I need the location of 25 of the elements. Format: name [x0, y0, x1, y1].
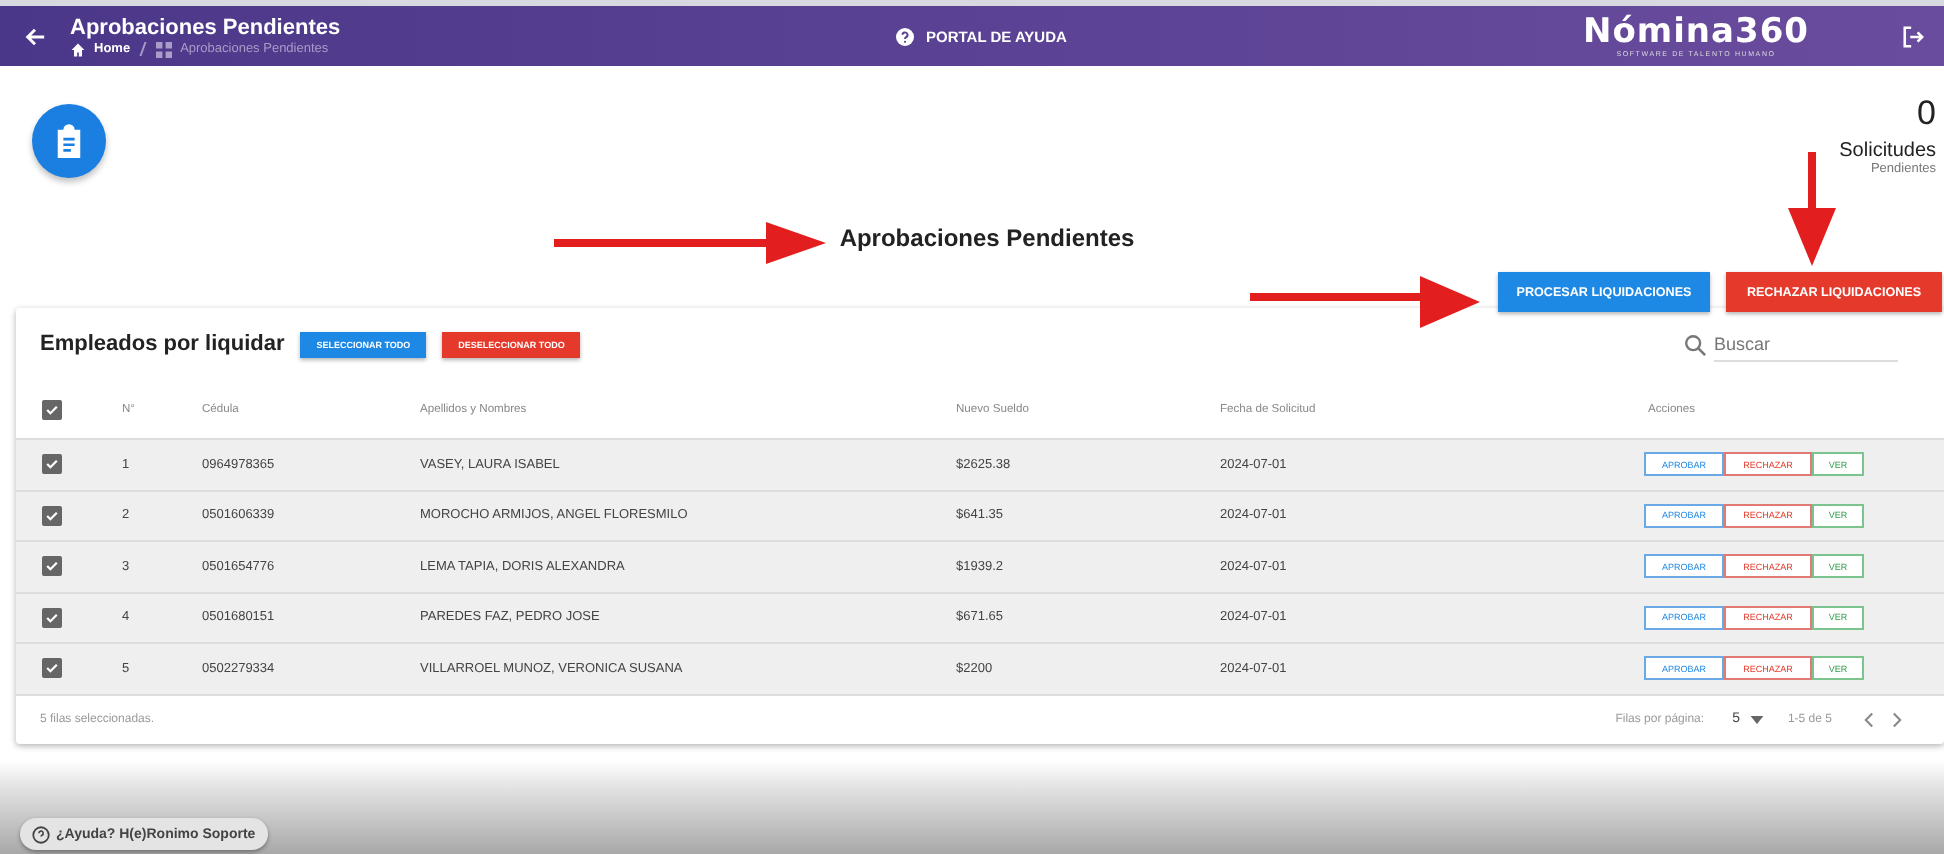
select-all-checkbox[interactable] [42, 399, 62, 419]
annotation-arrow [1788, 152, 1836, 266]
next-page-icon[interactable] [1892, 711, 1902, 727]
pending-count: 0 [1917, 92, 1936, 136]
page-header-title: Aprobaciones Pendientes [70, 15, 343, 41]
row-checkbox[interactable] [42, 556, 62, 577]
help-icon [32, 825, 50, 843]
search-field[interactable]: Buscar [1714, 327, 1898, 361]
search-icon [1684, 333, 1706, 355]
table-title: Empleados por liquidar [40, 332, 285, 356]
row-checkbox[interactable] [42, 607, 62, 628]
logout-icon[interactable] [1902, 25, 1924, 47]
help-icon [896, 27, 914, 45]
caret-icon [1749, 715, 1764, 723]
row-checkbox[interactable] [42, 505, 62, 526]
row-checkbox[interactable] [42, 454, 62, 475]
logo: Nómina360 [1582, 15, 1809, 49]
clipboard-icon [32, 104, 106, 178]
back-arrow-icon[interactable] [24, 25, 46, 47]
previous-page-icon[interactable] [1864, 711, 1874, 727]
home-icon [70, 41, 86, 57]
pending-label: Solicitudes [1839, 140, 1936, 162]
section-title: Aprobaciones Pendientes [839, 224, 1135, 252]
grid-icon [156, 41, 173, 57]
row-checkbox[interactable] [42, 658, 62, 679]
